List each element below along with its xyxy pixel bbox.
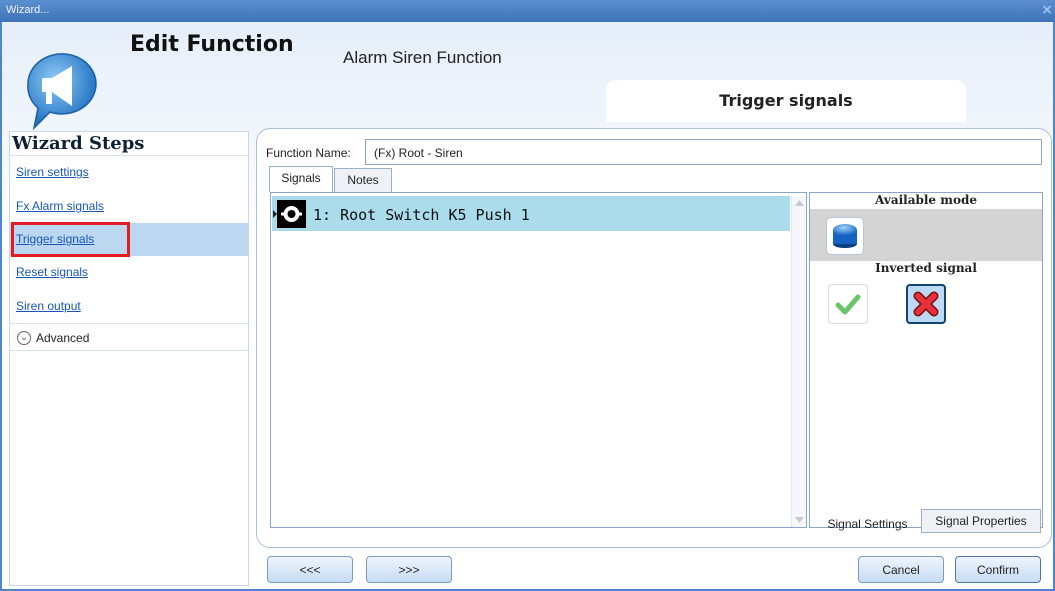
vertical-scrollbar[interactable] [791, 196, 806, 527]
step-link-fx-alarm-signals[interactable]: Fx Alarm signals [16, 199, 104, 213]
step-link-siren-settings[interactable]: Siren settings [16, 165, 89, 179]
tab-signal-settings[interactable]: Signal Settings [816, 512, 919, 534]
tab-signals[interactable]: Signals [269, 166, 333, 192]
step-link-siren-output[interactable]: Siren output [16, 299, 81, 313]
function-type-subtitle: Alarm Siren Function [343, 48, 502, 67]
red-x-icon[interactable] [906, 284, 946, 324]
divider [10, 155, 248, 156]
advanced-toggle-label[interactable]: Advanced [36, 331, 89, 345]
current-step-header: Trigger signals [606, 80, 966, 122]
push-button-contact-icon [277, 200, 306, 228]
divider [10, 350, 248, 351]
wizard-steps-heading: Wizard Steps [12, 133, 145, 154]
scroll-down-icon[interactable] [795, 517, 804, 523]
scroll-up-icon[interactable] [795, 200, 804, 206]
megaphone-chat-icon [27, 53, 97, 130]
next-button[interactable]: >>> [366, 556, 452, 583]
cancel-button[interactable]: Cancel [858, 556, 944, 583]
divider [10, 323, 248, 324]
available-mode-heading: Available mode [875, 193, 977, 207]
window-title: Wizard... [6, 4, 50, 16]
signals-list [270, 192, 807, 528]
chevron-down-icon[interactable]: ⌄ [17, 331, 31, 345]
window-titlebar: Wizard... × [0, 0, 1055, 22]
step-link-reset-signals[interactable]: Reset signals [16, 265, 88, 279]
confirm-button[interactable]: Confirm [955, 556, 1041, 583]
back-button[interactable]: <<< [267, 556, 353, 583]
inverted-signal-heading: Inverted signal [875, 261, 977, 275]
tab-notes[interactable]: Notes [334, 168, 392, 192]
function-name-field[interactable]: (Fx) Root - Siren [365, 139, 1042, 165]
function-name-label: Function Name: [266, 146, 351, 160]
blue-push-button-icon[interactable] [826, 217, 864, 255]
close-icon[interactable]: × [1041, 2, 1053, 18]
highlight-annotation-box [11, 222, 130, 257]
check-icon[interactable] [828, 284, 868, 324]
current-step-label: Trigger signals [719, 91, 853, 110]
signal-label: 1: Root Switch K5 Push 1 [313, 206, 530, 224]
page-title: Edit Function [130, 32, 294, 57]
tab-signal-properties[interactable]: Signal Properties [921, 509, 1041, 533]
